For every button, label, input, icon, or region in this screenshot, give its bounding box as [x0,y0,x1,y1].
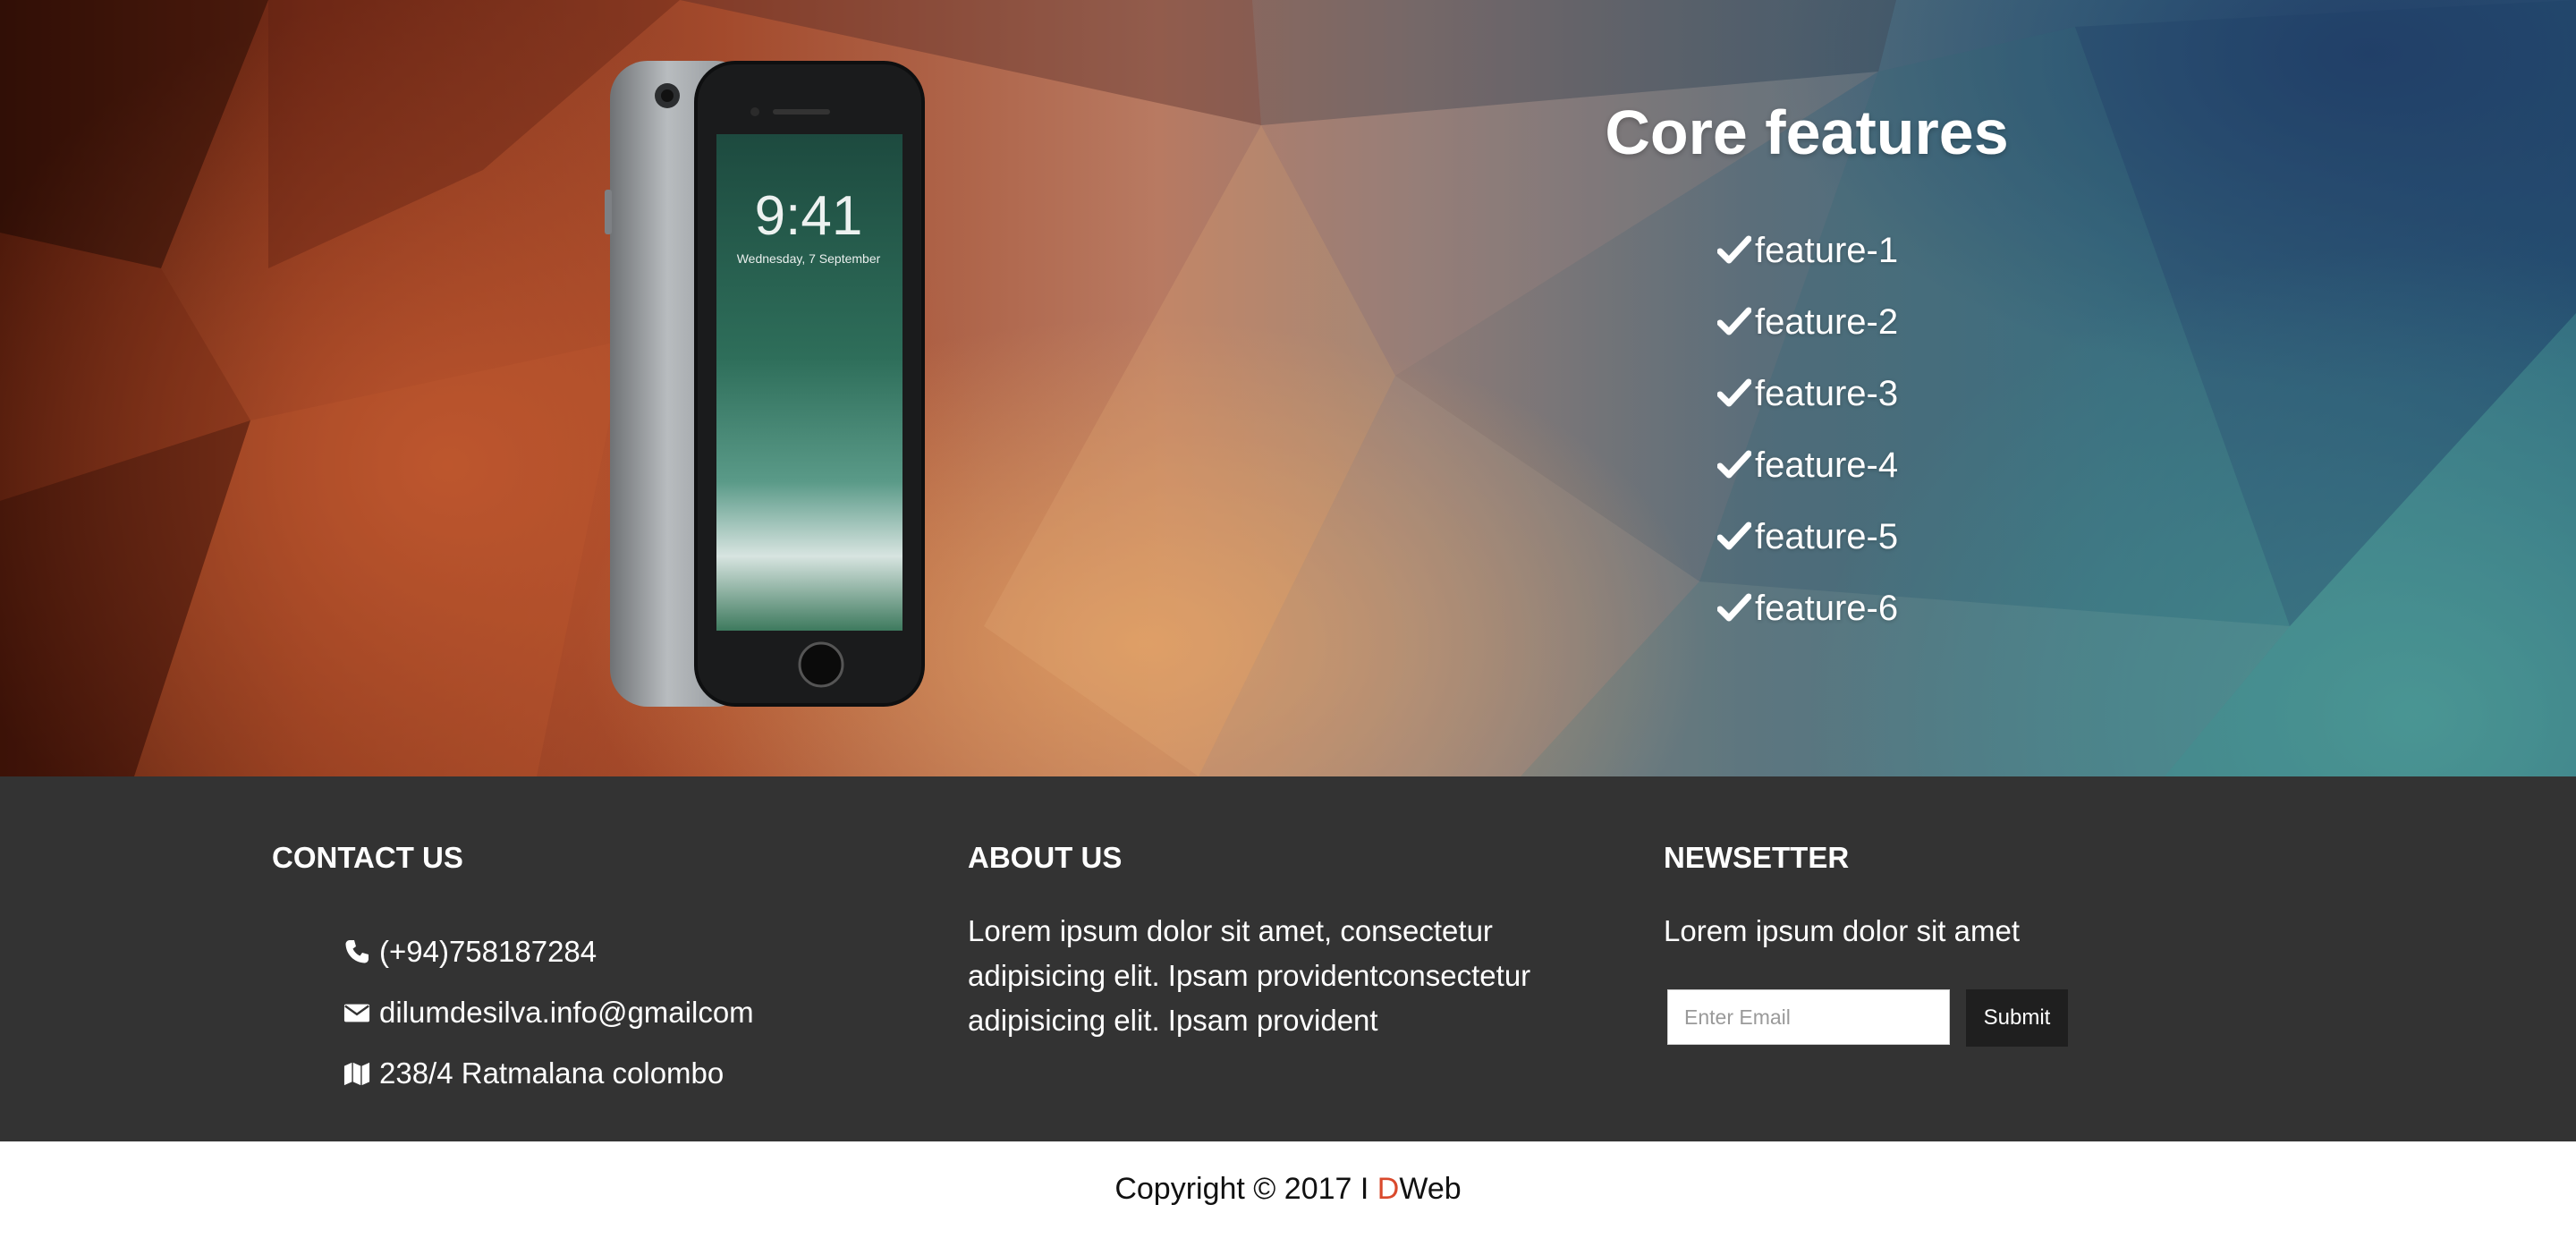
features-title: Core features [1605,98,2009,167]
feature-item: feature-6 [1717,573,1898,644]
copyright-text: Copyright © 2017 I [1114,1171,1377,1206]
contact-heading: CONTACT US [272,841,463,874]
check-icon [1717,235,1751,264]
check-icon [1717,593,1751,622]
copyright-bar: Copyright © 2017 I D Web [0,1141,2576,1247]
newsletter-text: Lorem ipsum dolor sit amet [1664,914,2020,947]
hero-section: 9:41 Wednesday, 7 September Core feature… [0,0,2576,776]
about-heading: ABOUT US [968,841,1123,874]
feature-label: feature-1 [1755,230,1899,270]
contact-address-text: 238/4 Ratmalana colombo [379,1056,724,1090]
phone-icon [345,940,369,963]
about-text: Lorem ipsum dolor sit amet, consectetur … [968,914,1531,1037]
check-icon [1717,307,1751,335]
map-icon [343,1062,370,1086]
brand-initial: D [1377,1171,1400,1206]
feature-label: feature-5 [1755,516,1899,556]
check-icon [1717,450,1751,479]
contact-address: 238/4 Ratmalana colombo [343,1043,754,1104]
phone-date-text: Wednesday, 7 September [737,251,881,266]
newsletter-submit-button[interactable]: Submit [1966,989,2068,1047]
contact-list: (+94)758187284 dilumdesilva.info@gmailco… [343,921,754,1104]
feature-item: feature-3 [1717,358,1898,429]
feature-label: feature-6 [1755,588,1899,628]
features-list: feature-1 feature-2 feature-3 feature-4 … [1717,215,1898,644]
check-icon [1717,378,1751,407]
envelope-icon [343,1004,370,1022]
newsletter-email-input[interactable] [1667,989,1950,1045]
footer: CONTACT US (+94)758187284 dilumdesilva.i… [0,776,2576,1141]
phone-clock-text: 9:41 [755,185,863,247]
contact-phone-text: (+94)758187284 [379,935,597,968]
feature-item: feature-1 [1717,215,1898,286]
feature-item: feature-2 [1717,286,1898,358]
contact-email-text: dilumdesilva.info@gmailcom [379,996,754,1029]
feature-label: feature-2 [1755,301,1899,342]
feature-item: feature-5 [1717,501,1898,573]
newsletter-heading: NEWSETTER [1664,841,1850,874]
feature-label: feature-3 [1755,373,1899,413]
low-poly-background [0,0,2576,776]
contact-email: dilumdesilva.info@gmailcom [343,982,754,1043]
feature-label: feature-4 [1755,445,1899,485]
contact-phone: (+94)758187284 [343,921,754,982]
feature-item: feature-4 [1717,429,1898,501]
phone-image: 9:41 Wednesday, 7 September [605,61,925,707]
check-icon [1717,522,1751,550]
brand-name-rest: Web [1399,1171,1462,1206]
